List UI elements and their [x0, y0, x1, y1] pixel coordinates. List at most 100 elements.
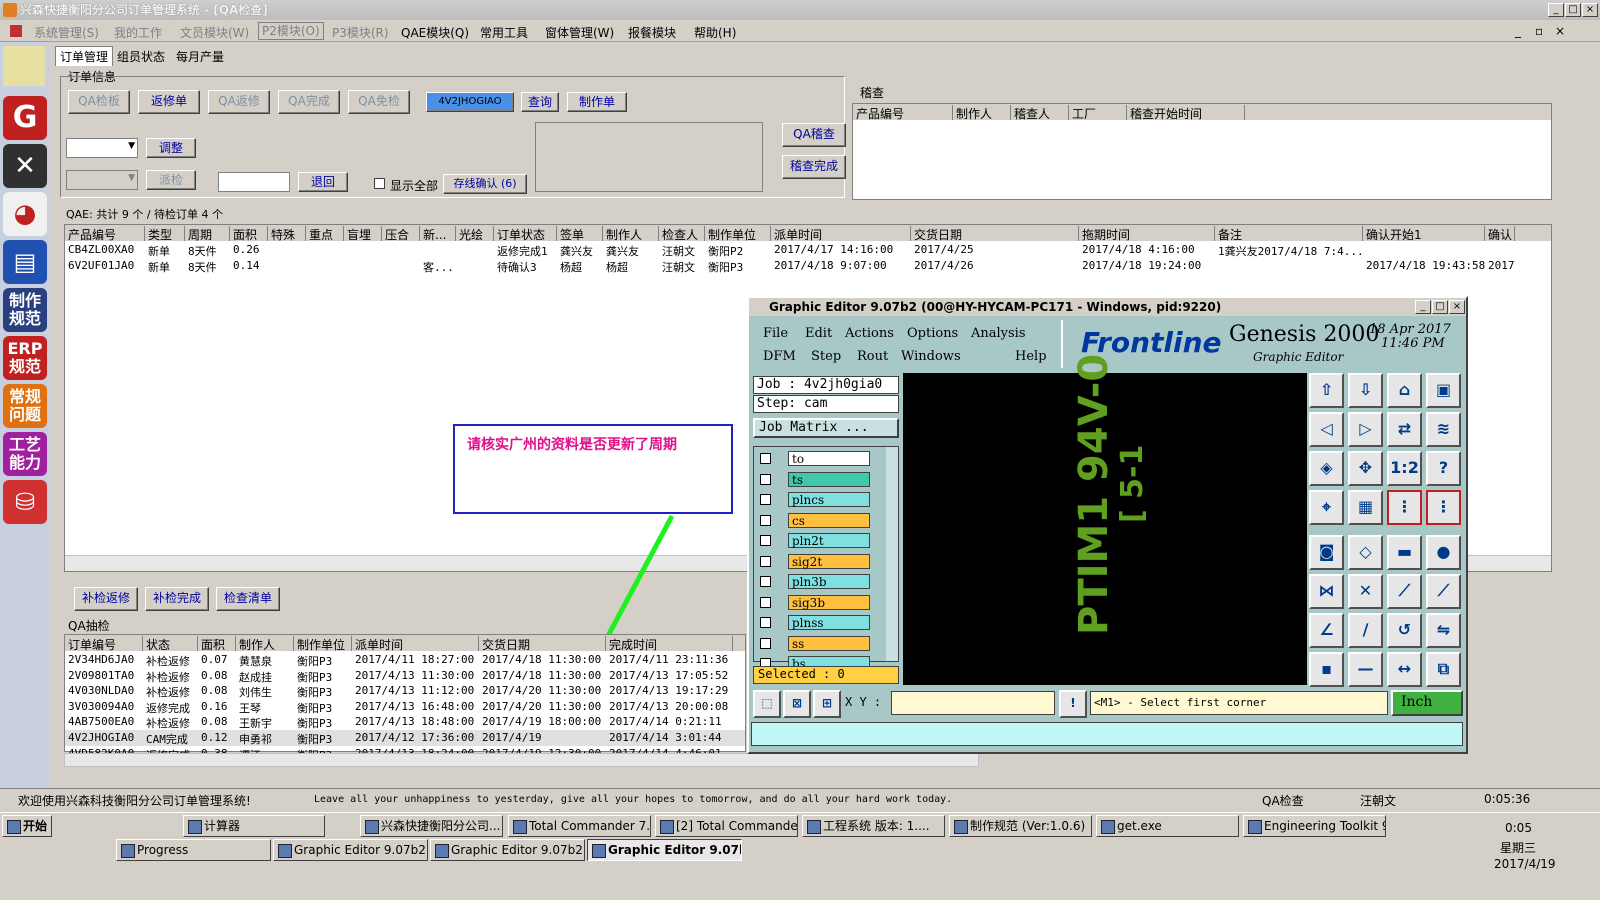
layer-row[interactable]: to — [758, 451, 870, 466]
col-header[interactable]: 制作人 — [236, 636, 294, 651]
layer-row[interactable]: ts — [758, 471, 870, 487]
layer-checkbox[interactable] — [760, 637, 771, 649]
ge-menu-help[interactable]: Help — [1015, 349, 1047, 364]
ge-menu-file[interactable]: File — [763, 326, 788, 341]
ge-menu-edit[interactable]: Edit — [805, 326, 832, 341]
ge-menu-actions[interactable]: Actions — [845, 326, 894, 341]
table-row[interactable]: 4V030NLDA0 补检返修 0.08 刘伟生 衡阳P3 2017/4/13 11:12… — [65, 683, 745, 699]
col-header[interactable]: 状态 — [143, 636, 198, 651]
layer-checkbox[interactable] — [760, 453, 771, 464]
swap-icon[interactable]: ⇄ — [1387, 412, 1422, 447]
table-row[interactable]: 4AB7500EA0 补检返修 0.08 王新宇 衡阳P3 2017/4/13 18:48… — [65, 714, 745, 730]
table-row[interactable]: 4V2JHOGIA0 CAM完成 0.12 申勇祁 衡阳P3 2017/4/12 17:3… — [65, 730, 745, 746]
layer-checkbox[interactable] — [760, 596, 771, 608]
group-icon[interactable]: ⧉ — [1426, 652, 1461, 687]
redraw-icon[interactable]: ≋ — [1426, 412, 1461, 447]
ge-menu-options[interactable]: Options — [907, 326, 958, 341]
layer-checkbox[interactable] — [760, 473, 771, 485]
ge-close-button[interactable]: × — [1449, 300, 1465, 314]
save-icon[interactable]: ⇩ — [1348, 373, 1383, 408]
start-button[interactable]: 开始 — [2, 815, 52, 837]
col-header[interactable]: 交货日期 — [479, 636, 606, 651]
layer-scrollbar[interactable] — [886, 447, 898, 661]
table-row[interactable]: 2V09801TA0 补检返修 0.08 赵成挂 衡阳P3 2017/4/13 11:30… — [65, 668, 745, 684]
layer-row[interactable]: pln3b — [758, 574, 870, 589]
measure-icon[interactable]: ⌖ — [1309, 490, 1344, 525]
task-spec[interactable]: 制作规范 (Ver:1.0.6) — [949, 815, 1092, 837]
task-get-exe[interactable]: get.exe — [1096, 815, 1239, 837]
zoom-cross-icon[interactable]: ⊠ — [783, 690, 811, 718]
layer-checkbox[interactable] — [760, 555, 771, 567]
layer-checkbox[interactable] — [760, 617, 771, 628]
snap2-icon[interactable]: ⋮ — [1426, 490, 1461, 525]
recheck-complete-button[interactable]: 补检完成 — [145, 587, 209, 611]
table-row[interactable]: 2V34HD6JA0 补检返修 0.07 黄慧泉 衡阳P3 2017/4/11 18:27… — [65, 652, 745, 668]
dot-icon[interactable]: ● — [1426, 535, 1461, 570]
task-engineering-toolkit[interactable]: Engineering Toolkit 9.... — [1243, 815, 1386, 837]
scale-icon[interactable]: 1:2 — [1387, 451, 1422, 486]
ruler-icon[interactable]: ▬ — [1387, 535, 1422, 570]
layer-checkbox[interactable] — [760, 535, 771, 546]
layer-row[interactable]: pln2t — [758, 533, 870, 548]
ge-menu-step[interactable]: Step — [811, 349, 841, 364]
task-order-system[interactable]: 兴森快捷衡阳分公司... — [360, 815, 503, 837]
flip-icon[interactable]: ⇋ — [1426, 613, 1461, 648]
zoom-box-icon[interactable]: ⬚ — [753, 690, 781, 718]
cross-icon[interactable]: ✕ — [1348, 574, 1383, 609]
camera-icon[interactable]: ◙ — [1309, 535, 1344, 570]
layer-row[interactable]: ss — [758, 635, 870, 651]
layer-row[interactable]: sig2t — [758, 553, 870, 569]
task-graphic-editor-3[interactable]: Graphic Editor 9.07b2 ... — [587, 839, 742, 861]
ge-menu-analysis[interactable]: Analysis — [971, 326, 1026, 341]
grid-icon[interactable]: ⊞ — [813, 690, 841, 718]
task-calculator[interactable]: 计算器 — [183, 815, 325, 837]
snap-icon[interactable]: ⋮ — [1387, 490, 1422, 525]
node-icon[interactable]: ⟋ — [1387, 574, 1422, 609]
layer-checkbox[interactable] — [760, 494, 771, 505]
node2-icon[interactable]: ⟋ — [1426, 574, 1461, 609]
job-matrix-button[interactable]: Job Matrix ... — [753, 418, 899, 438]
forward-icon[interactable]: ▷ — [1348, 412, 1383, 447]
layer-checkbox[interactable] — [760, 514, 771, 526]
recheck-repair-button[interactable]: 补检返修 — [74, 587, 138, 611]
window-icon[interactable]: ▣ — [1426, 373, 1461, 408]
check-list-button[interactable]: 检查清单 — [216, 587, 280, 611]
layer-row[interactable]: cs — [758, 512, 870, 528]
span-icon[interactable]: ↔ — [1387, 652, 1422, 687]
ge-menu-windows[interactable]: Windows — [901, 349, 961, 364]
task-progress[interactable]: Progress — [116, 839, 271, 861]
open-icon[interactable]: ⇧ — [1309, 373, 1344, 408]
task-graphic-editor-1[interactable]: Graphic Editor 9.07b2 (0... — [273, 839, 428, 861]
layer-row[interactable]: plnss — [758, 615, 870, 630]
graphics-canvas[interactable]: PTIM1 94V-0 [ 5-1 — [903, 354, 1307, 685]
minus-icon[interactable]: — — [1348, 652, 1383, 687]
task-engineering-system[interactable]: 工程系统 版本: 1.... — [802, 815, 945, 837]
task-graphic-editor-2[interactable]: Graphic Editor 9.07b2 (0... — [430, 839, 585, 861]
fit-icon[interactable]: ◈ — [1309, 451, 1344, 486]
bottom-scrollbar[interactable] — [64, 753, 979, 767]
shape-icon[interactable]: ◇ — [1348, 535, 1383, 570]
col-header[interactable]: 面积 — [198, 636, 236, 651]
arc-icon[interactable]: ↺ — [1387, 613, 1422, 648]
col-header[interactable]: 订单编号 — [65, 636, 143, 651]
col-header[interactable]: 派单时间 — [352, 636, 479, 651]
layer-checkbox[interactable] — [760, 576, 771, 587]
angle-icon[interactable]: ∠ — [1309, 613, 1344, 648]
task-total-commander-2[interactable]: [2] Total Commander ... — [655, 815, 798, 837]
ge-menu-dfm[interactable]: DFM — [763, 349, 796, 364]
col-header[interactable]: 制作单位 — [294, 636, 352, 651]
task-total-commander-1[interactable]: Total Commander 7.0 ... — [508, 815, 651, 837]
ge-minimize-button[interactable]: _ — [1415, 300, 1431, 314]
grid-toggle-icon[interactable]: ▦ — [1348, 490, 1383, 525]
pad-icon[interactable]: ▪ — [1309, 652, 1344, 687]
back-icon[interactable]: ◁ — [1309, 412, 1344, 447]
xy-input[interactable] — [891, 691, 1055, 715]
center-icon[interactable]: ✥ — [1348, 451, 1383, 486]
home-icon[interactable]: ⌂ — [1387, 373, 1422, 408]
table-row[interactable]: 3V030094A0 返修完成 0.16 王琴 衡阳P3 2017/4/13 16:48:… — [65, 699, 745, 715]
connect-icon[interactable]: ⋈ — [1309, 574, 1344, 609]
layer-row[interactable]: sig3b — [758, 594, 870, 610]
tray-clock[interactable]: 0:05 — [1505, 821, 1532, 835]
ge-maximize-button[interactable]: □ — [1432, 300, 1448, 314]
layer-row[interactable]: plncs — [758, 492, 870, 507]
